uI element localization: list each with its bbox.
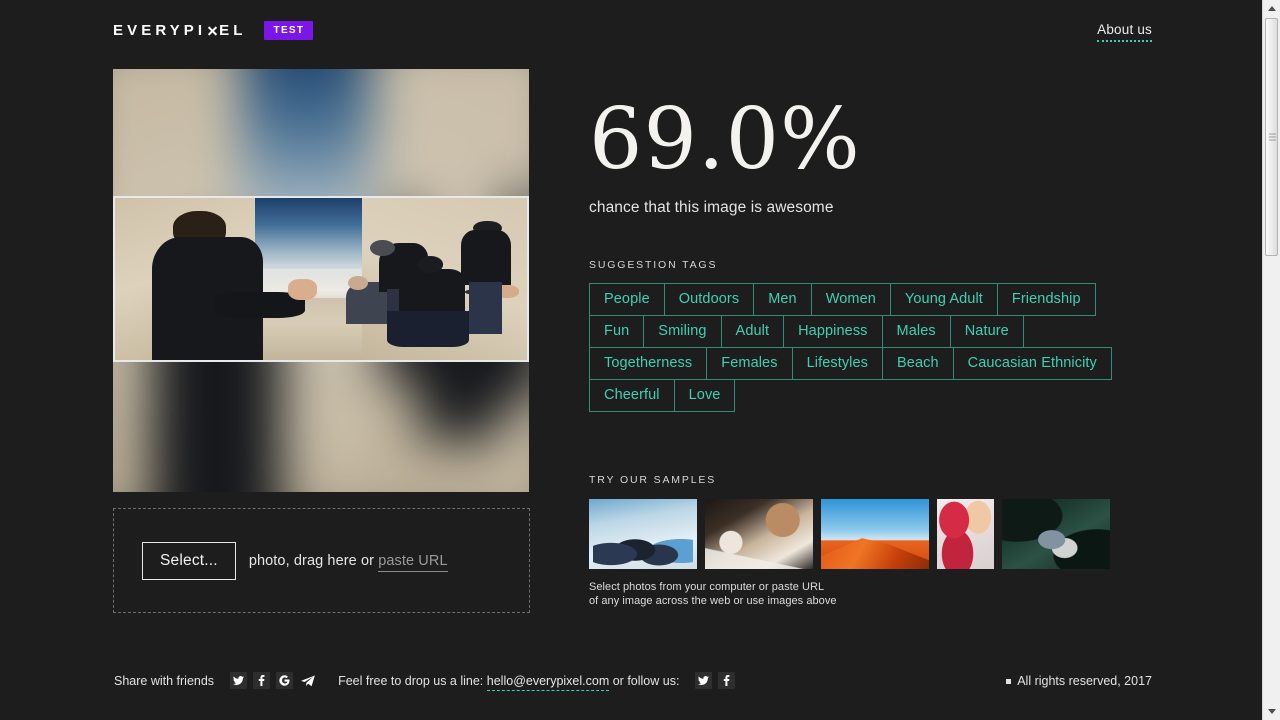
facebook-icon[interactable] [253,672,271,689]
suggestion-tags-list: People Outdoors Men Women Young Adult Fr… [589,283,1121,412]
sample-business-team[interactable] [589,499,697,569]
tag-chip[interactable]: Nature [949,315,1024,348]
sample-forest-couple[interactable] [1002,499,1110,569]
sample-winter-couple[interactable] [937,499,994,569]
follow-icons-row [695,672,736,689]
tag-chip[interactable]: Lifestyles [791,347,884,380]
chevron-up-icon [1267,6,1276,11]
paste-url-link[interactable]: paste URL [378,552,448,572]
sample-office-desk[interactable] [705,499,813,569]
logo-text-after: EL [219,21,247,39]
scroll-up-button[interactable] [1263,0,1280,17]
telegram-icon[interactable] [299,672,316,689]
logo-text-before: EVERYPI [113,21,207,39]
about-us-link[interactable]: About us [1097,22,1152,42]
logo-wordmark: EVERYPI EL [113,22,247,40]
tag-chip[interactable]: Smiling [643,315,722,348]
dropzone-text: photo, drag here or paste URL [248,552,448,572]
tag-chip[interactable]: Young Adult [889,283,998,316]
twitter-icon[interactable] [695,672,713,689]
share-with-friends-label: Share with friends [114,673,215,688]
google-icon[interactable] [276,672,294,689]
results-panel: 69.0% chance that this image is awesome … [589,69,1149,608]
tag-chip[interactable]: Caucasian Ethnicity [952,347,1112,380]
tag-chip[interactable]: Adult [720,315,785,348]
tag-chip[interactable]: Men [753,283,812,316]
tag-chip[interactable]: Women [810,283,891,316]
facebook-icon[interactable] [718,672,736,689]
try-our-samples-label: TRY OUR SAMPLES [589,474,717,486]
image-viewer [113,69,529,492]
upload-dropzone[interactable]: Select... photo, drag here or paste URL [113,508,530,613]
scroll-down-button[interactable] [1263,703,1280,720]
suggestion-tags-label: SUGGESTION TAGS [589,259,718,271]
tag-chip[interactable]: Males [881,315,951,348]
dropzone-text-before: photo, drag here or [248,552,375,569]
scrollbar-grip-icon [1269,132,1276,143]
awesome-score: 69.0% [589,90,861,188]
page-root: EVERYPI EL TEST About us Select... photo… [0,0,1262,720]
samples-note: Select photos from your computer or past… [589,580,1149,608]
contact-line: Feel free to drop us a line: hello@every… [338,673,680,691]
contact-text-before: Feel free to drop us a line: [338,673,484,688]
tag-chip[interactable]: Friendship [996,283,1096,316]
x-cross-icon [207,25,218,36]
awesome-score-caption: chance that this image is awesome [589,199,834,216]
vertical-scrollbar[interactable] [1262,0,1280,720]
scrollbar-thumb[interactable] [1265,18,1278,256]
chevron-down-icon [1267,709,1276,714]
site-footer: Share with friends Feel free to drop us … [0,660,1262,720]
square-bullet-icon [1006,678,1012,684]
tag-chip[interactable]: Love [673,379,736,412]
analyzed-photo [113,196,529,362]
samples-note-line2: of any image across the web or use image… [589,595,837,607]
share-icons-row [230,672,316,689]
tag-chip[interactable]: Happiness [783,315,883,348]
tag-chip[interactable]: Cheerful [589,379,675,412]
contact-text-after: or follow us: [612,673,680,688]
site-header: EVERYPI EL TEST About us [0,0,1262,60]
site-logo[interactable]: EVERYPI EL TEST [113,21,314,40]
copyright-text: All rights reserved, 2017 [1017,674,1152,688]
select-file-button[interactable]: Select... [142,541,236,580]
sample-desert-dune[interactable] [821,499,929,569]
tag-chip[interactable]: Togetherness [589,347,708,380]
test-badge: TEST [263,21,314,40]
sample-thumbnails [589,499,1149,569]
copyright-group: All rights reserved, 2017 [1006,674,1152,688]
tag-chip[interactable]: Outdoors [663,283,755,316]
footer-left-group: Share with friends Feel free to drop us … [114,672,736,691]
twitter-icon[interactable] [230,672,248,689]
samples-note-line1: Select photos from your computer or past… [589,581,825,593]
tag-chip[interactable]: Females [706,347,793,380]
contact-email-link[interactable]: hello@everypixel.com [486,673,610,691]
tag-chip[interactable]: People [589,283,665,316]
tag-chip[interactable]: Beach [882,347,954,380]
tag-chip[interactable]: Fun [589,315,645,348]
